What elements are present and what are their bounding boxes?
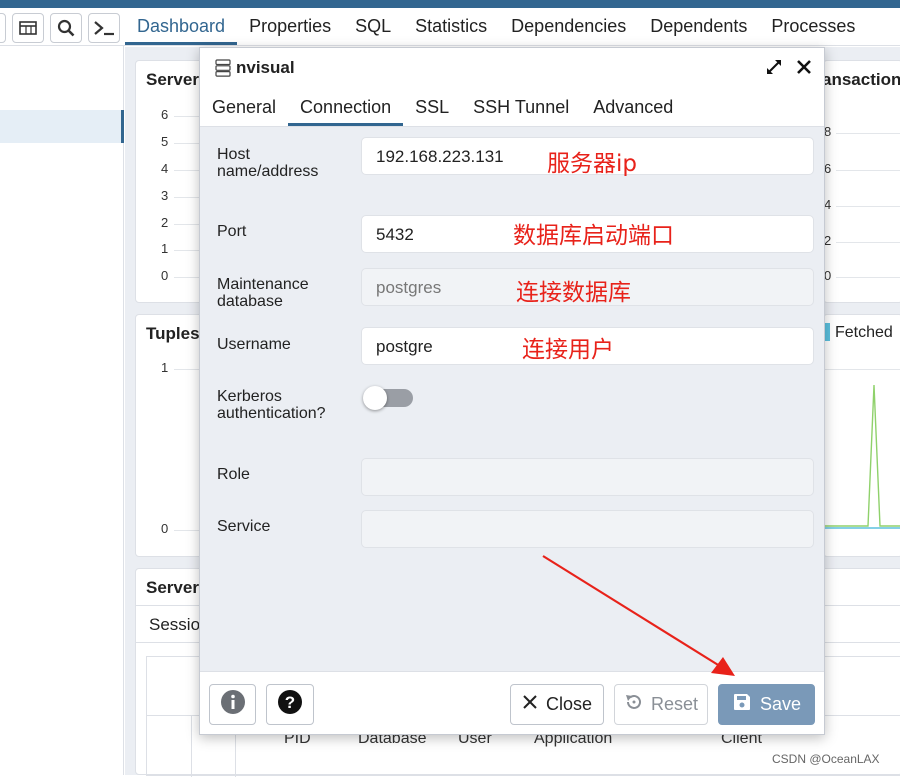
y-tick: 6 bbox=[161, 107, 169, 122]
kerberos-label: Kerberos authentication? bbox=[217, 388, 326, 422]
tab-dependents[interactable]: Dependents bbox=[638, 8, 759, 45]
dialog-tabs: General Connection SSL SSH Tunnel Advanc… bbox=[200, 88, 824, 127]
tab-sql[interactable]: SQL bbox=[343, 8, 403, 45]
maintenance-db-label: Maintenance database bbox=[217, 276, 309, 310]
dialog-title: nvisual bbox=[236, 58, 295, 77]
grid-line bbox=[836, 133, 900, 134]
grid-line bbox=[836, 206, 900, 207]
fetched-legend-swatch bbox=[825, 323, 830, 341]
y-tick: 2 bbox=[161, 215, 169, 230]
y-tick: 4 bbox=[824, 197, 832, 212]
reset-button-label: Reset bbox=[650, 694, 699, 714]
tab-statistics[interactable]: Statistics bbox=[403, 8, 499, 45]
host-annotation: 服务器ip bbox=[547, 151, 637, 177]
y-tick: 3 bbox=[161, 188, 169, 203]
grid-line bbox=[836, 277, 900, 278]
toolbar-edge-button[interactable] bbox=[0, 13, 6, 43]
tab-properties[interactable]: Properties bbox=[237, 8, 343, 45]
y-tick: 2 bbox=[824, 233, 832, 248]
object-toolbar bbox=[0, 8, 125, 46]
tab-processes[interactable]: Processes bbox=[759, 8, 867, 45]
tab-ssl[interactable]: SSL bbox=[403, 88, 461, 126]
username-label: Username bbox=[217, 336, 291, 353]
tab-sessions[interactable]: Sessio bbox=[136, 606, 206, 643]
grid-line bbox=[836, 242, 900, 243]
fetched-line-chart bbox=[824, 384, 900, 529]
y-tick: 1 bbox=[161, 360, 169, 375]
save-button[interactable]: Save bbox=[718, 684, 815, 725]
close-button[interactable]: Close bbox=[510, 684, 604, 725]
info-button[interactable] bbox=[209, 684, 256, 725]
y-tick: 0 bbox=[161, 521, 169, 536]
info-icon bbox=[220, 689, 246, 720]
tab-ssh-tunnel[interactable]: SSH Tunnel bbox=[461, 88, 581, 126]
watermark: CSDN @OceanLAX bbox=[772, 752, 880, 766]
arrow-annotation-icon bbox=[542, 555, 735, 676]
tab-dependencies[interactable]: Dependencies bbox=[499, 8, 638, 45]
app-top-bar bbox=[0, 0, 900, 8]
y-tick: 0 bbox=[824, 268, 832, 283]
terminal-icon[interactable] bbox=[88, 13, 120, 43]
search-icon[interactable] bbox=[50, 13, 82, 43]
table-icon[interactable] bbox=[12, 13, 44, 43]
y-tick: 4 bbox=[161, 161, 169, 176]
grid-line bbox=[824, 369, 900, 370]
close-button-label: Close bbox=[545, 694, 593, 714]
y-tick: 1 bbox=[161, 241, 169, 256]
table-col-divider bbox=[191, 715, 192, 777]
host-label: Host name/address bbox=[217, 146, 319, 180]
service-label: Service bbox=[217, 518, 271, 535]
close-x-icon bbox=[522, 694, 538, 715]
kerberos-toggle[interactable] bbox=[363, 386, 413, 410]
grid-line bbox=[836, 170, 900, 171]
server-dialog: nvisual General Connection SSL SSH Tunne… bbox=[199, 47, 825, 735]
y-tick: 6 bbox=[824, 161, 832, 176]
tuples-right-card: Fetched bbox=[823, 314, 900, 557]
maximize-icon[interactable] bbox=[765, 58, 783, 81]
save-icon bbox=[732, 692, 752, 717]
y-tick: 8 bbox=[824, 124, 832, 139]
role-input[interactable] bbox=[361, 458, 814, 496]
fetched-legend-label: Fetched bbox=[835, 324, 893, 341]
reset-icon bbox=[624, 692, 644, 717]
toggle-knob bbox=[363, 386, 387, 410]
dialog-header: nvisual bbox=[200, 48, 824, 88]
server-sessions-title: Server bbox=[146, 70, 199, 89]
browser-tree-panel bbox=[0, 46, 124, 775]
maintenance-db-annotation: 连接数据库 bbox=[516, 280, 631, 306]
tuples-title: Tuples bbox=[146, 324, 200, 343]
save-button-label: Save bbox=[759, 694, 802, 714]
service-input[interactable] bbox=[361, 510, 814, 548]
server-icon bbox=[215, 59, 231, 82]
port-label: Port bbox=[217, 223, 247, 240]
tab-dashboard[interactable]: Dashboard bbox=[125, 8, 238, 45]
tree-selected-item[interactable] bbox=[0, 110, 124, 143]
reset-button[interactable]: Reset bbox=[614, 684, 708, 725]
transactions-title: ansaction bbox=[822, 70, 900, 89]
transactions-card: ansaction 8 6 4 2 0 bbox=[822, 60, 900, 303]
tab-advanced[interactable]: Advanced bbox=[581, 88, 685, 126]
y-tick: 5 bbox=[161, 134, 169, 149]
close-icon[interactable] bbox=[796, 59, 812, 80]
role-label: Role bbox=[217, 466, 250, 483]
main-tabs: Dashboard Properties SQL Statistics Depe… bbox=[125, 8, 900, 46]
port-annotation: 数据库启动端口 bbox=[513, 223, 674, 249]
svg-text:?: ? bbox=[285, 693, 295, 712]
help-icon: ? bbox=[277, 689, 303, 720]
username-annotation: 连接用户 bbox=[522, 337, 614, 363]
tab-general[interactable]: General bbox=[200, 88, 288, 126]
y-tick: 0 bbox=[161, 268, 169, 283]
help-button[interactable]: ? bbox=[266, 684, 314, 725]
tab-connection[interactable]: Connection bbox=[288, 88, 404, 126]
server-activity-title: Server bbox=[146, 578, 199, 597]
